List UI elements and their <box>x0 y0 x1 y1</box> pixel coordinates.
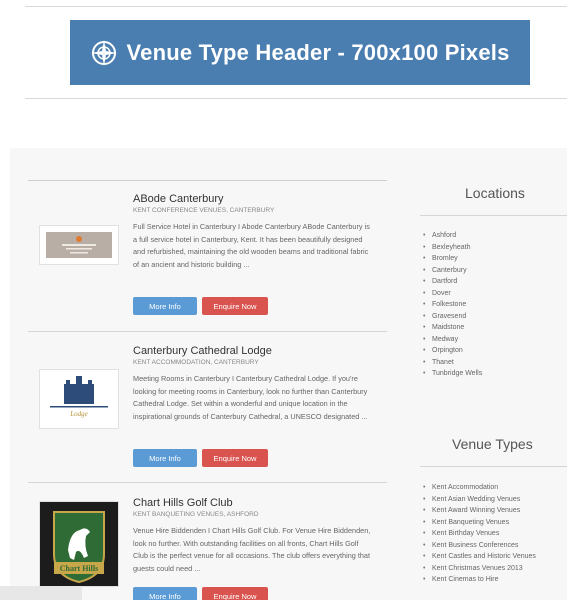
top-divider <box>25 6 567 7</box>
location-link[interactable]: Orpington <box>423 345 482 357</box>
listing-title[interactable]: Chart Hills Golf Club <box>133 497 233 509</box>
location-link[interactable]: Bexleyheath <box>423 242 482 254</box>
location-link[interactable]: Canterbury <box>423 265 482 277</box>
venue-type-link[interactable]: Kent Christmas Venues 2013 <box>423 563 536 575</box>
location-link[interactable]: Gravesend <box>423 311 482 323</box>
listing-category: KENT ACCOMMODATION, CANTERBURY <box>133 359 259 366</box>
enquire-now-button[interactable]: Enquire Now <box>202 587 268 600</box>
venue-thumbnail[interactable]: Chart Hills <box>39 501 119 587</box>
listing-description: Venue Hire Biddenden I Chart Hills Golf … <box>133 526 371 573</box>
chart-hills-logo-icon: Chart Hills <box>40 502 118 586</box>
listing-item: Lodge Canterbury Cathedral Lodge KENT AC… <box>28 345 387 475</box>
location-link[interactable]: Bromley <box>423 253 482 265</box>
more-info-button[interactable]: More Info <box>133 449 197 467</box>
venue-type-link[interactable]: Kent Asian Wedding Venues <box>423 494 536 506</box>
venue-types-heading: Venue Types <box>452 436 533 452</box>
svg-text:Lodge: Lodge <box>69 410 88 418</box>
location-link[interactable]: Tunbridge Wells <box>423 368 482 380</box>
abode-logo-icon <box>46 232 112 258</box>
venue-type-link[interactable]: Kent Banqueting Venues <box>423 517 536 529</box>
location-link[interactable]: Dartford <box>423 276 482 288</box>
listing-divider <box>28 180 387 181</box>
sidebar-divider <box>420 466 567 467</box>
enquire-now-button[interactable]: Enquire Now <box>202 449 268 467</box>
venue-type-link[interactable]: Kent Business Conferences <box>423 540 536 552</box>
venue-type-link[interactable]: Kent Award Winning Venues <box>423 505 536 517</box>
location-link[interactable]: Ashford <box>423 230 482 242</box>
location-link[interactable]: Folkestone <box>423 299 482 311</box>
listing-divider <box>28 331 387 332</box>
listing-item: Chart Hills Chart Hills Golf Club KENT B… <box>28 497 387 600</box>
listing-title[interactable]: Canterbury Cathedral Lodge <box>133 345 272 357</box>
venue-type-link[interactable]: Kent Castles and Historic Venues <box>423 551 536 563</box>
location-link[interactable]: Maidstone <box>423 322 482 334</box>
listing-category: KENT CONFERENCE VENUES, CANTERBURY <box>133 207 275 214</box>
header-divider <box>25 98 567 99</box>
listing-divider <box>28 482 387 483</box>
banner-title: Venue Type Header - 700x100 Pixels <box>126 39 510 65</box>
venue-type-header-banner: Venue Type Header - 700x100 Pixels <box>70 20 530 85</box>
location-link[interactable]: Medway <box>423 334 482 346</box>
venue-thumbnail[interactable] <box>39 225 119 265</box>
sidebar-divider <box>420 215 567 216</box>
venue-thumbnail[interactable]: Lodge <box>39 369 119 429</box>
listing-item: ABode Canterbury KENT CONFERENCE VENUES,… <box>28 193 387 323</box>
more-info-button[interactable]: More Info <box>133 587 197 600</box>
listing-category: KENT BANQUETING VENUES, ASHFORD <box>133 511 259 518</box>
venue-type-link[interactable]: Kent Cinemas to Hire <box>423 574 536 586</box>
listing-description: Full Service Hotel in Canterbury I Abode… <box>133 222 370 269</box>
enquire-now-button[interactable]: Enquire Now <box>202 297 268 315</box>
bottom-scroll-area <box>0 586 82 600</box>
listing-description: Meeting Rooms in Canterbury I Canterbury… <box>133 374 368 421</box>
venue-types-list: Kent AccommodationKent Asian Wedding Ven… <box>423 482 536 586</box>
locations-list: AshfordBexleyheathBromleyCanterburyDartf… <box>423 230 482 380</box>
venue-type-link[interactable]: Kent Accommodation <box>423 482 536 494</box>
listing-title[interactable]: ABode Canterbury <box>133 193 224 205</box>
location-link[interactable]: Thanet <box>423 357 482 369</box>
cathedral-lodge-logo-icon: Lodge <box>50 376 108 418</box>
location-link[interactable]: Dover <box>423 288 482 300</box>
more-info-button[interactable]: More Info <box>133 297 197 315</box>
chart-hills-logo-text: Chart Hills <box>60 564 98 573</box>
venue-type-link[interactable]: Kent Birthday Venues <box>423 528 536 540</box>
compass-icon <box>91 39 118 66</box>
locations-heading: Locations <box>465 185 525 201</box>
